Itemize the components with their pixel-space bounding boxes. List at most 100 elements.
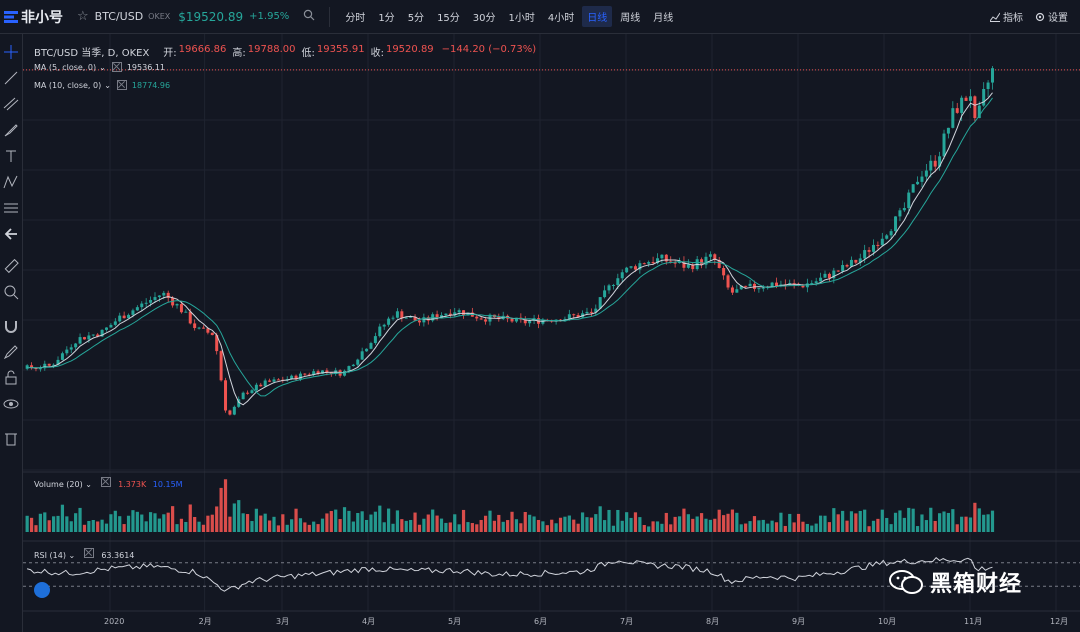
volume-bar xyxy=(312,521,316,532)
volume-bar xyxy=(845,520,849,532)
x-tick-label: 9月 xyxy=(792,617,805,626)
volume-bar xyxy=(642,525,646,532)
volume-bar xyxy=(625,512,629,532)
volume-bar xyxy=(607,509,611,532)
candle-body xyxy=(651,262,655,264)
volume-bar xyxy=(87,520,91,532)
ma10-line xyxy=(27,97,993,397)
volume-bar xyxy=(109,514,113,532)
candle-body xyxy=(920,176,924,182)
candle-body xyxy=(898,210,902,217)
candle-body xyxy=(118,315,122,322)
candle-body xyxy=(69,347,73,350)
volume-bar xyxy=(325,513,329,532)
volume-bar xyxy=(96,521,100,532)
high-value: 19788.00 xyxy=(247,44,296,55)
volume-bar xyxy=(863,509,867,532)
volume-bar xyxy=(827,522,832,532)
volume-bar xyxy=(938,513,942,532)
candle-body xyxy=(224,380,228,411)
price-chart[interactable]: 2020 2月 3月 4月 5月 6月 7月 8月 9月 10月 11月 12月 xyxy=(0,0,1080,632)
x-tick-label: 4月 xyxy=(362,617,375,626)
volume-bar xyxy=(38,513,42,532)
candle-body xyxy=(633,266,637,270)
volume-legend[interactable]: Volume (20) ⌄ 1.373K 10.15M xyxy=(34,477,183,489)
candle-body xyxy=(951,108,955,128)
volume-bar xyxy=(550,519,554,532)
volume-bar xyxy=(669,524,673,532)
volume-bar xyxy=(179,518,184,532)
candle-body xyxy=(823,273,827,278)
candle-body xyxy=(968,96,972,101)
candle-body xyxy=(708,254,712,257)
close-icon[interactable] xyxy=(116,80,127,90)
volume-bar xyxy=(818,515,823,532)
candle-body xyxy=(730,287,734,293)
volume-bar xyxy=(501,521,505,532)
volume-bar xyxy=(810,525,814,532)
volume-bar xyxy=(876,518,880,532)
volume-bar xyxy=(448,522,452,532)
candle-body xyxy=(916,181,920,185)
close-icon[interactable] xyxy=(83,548,94,558)
volume-bar xyxy=(285,524,289,532)
volume-bar xyxy=(730,509,735,532)
ma5-legend[interactable]: MA (5, close, 0) ⌄ 19536.11 xyxy=(34,62,165,72)
rsi-label: RSI (14) xyxy=(34,551,66,560)
legend-title: BTC/USD 当季, D, OKEX xyxy=(34,48,150,59)
candle-body xyxy=(761,287,765,289)
candle-body xyxy=(82,337,86,340)
volume-bar xyxy=(858,510,862,532)
chart-legend: BTC/USD 当季, D, OKEX 开: 19666.86 高: 19788… xyxy=(34,44,536,59)
candle-body xyxy=(757,288,761,290)
candle-body xyxy=(201,327,205,329)
volume-bar xyxy=(704,518,708,532)
candle-body xyxy=(140,303,144,308)
candle-body xyxy=(589,311,593,313)
close-icon[interactable] xyxy=(111,62,122,72)
volume-bar xyxy=(766,523,770,532)
volume-bar xyxy=(457,524,461,532)
rsi-legend[interactable]: RSI (14) ⌄ 63.3614 xyxy=(34,548,134,560)
volume-bar xyxy=(735,512,739,532)
volume-bar xyxy=(78,507,82,532)
volume-bar xyxy=(655,521,660,532)
candle-body xyxy=(325,370,329,372)
candle-body xyxy=(744,285,748,287)
candle-body xyxy=(369,343,373,349)
candle-body xyxy=(347,366,351,371)
volume-bar xyxy=(788,513,792,532)
volume-bar xyxy=(100,519,104,532)
candle-body xyxy=(942,133,946,157)
candle-body xyxy=(907,192,911,208)
volume-bar xyxy=(387,508,391,532)
candle-body xyxy=(867,250,871,252)
candle-body xyxy=(417,320,421,323)
ma10-legend[interactable]: MA (10, close, 0) ⌄ 18774.96 xyxy=(34,80,170,90)
candle-body xyxy=(876,244,880,246)
low-value: 19355.91 xyxy=(316,44,365,55)
volume-bar xyxy=(422,518,426,532)
close-icon[interactable] xyxy=(100,477,111,487)
volume-bar xyxy=(528,514,532,532)
candle-body xyxy=(113,321,117,325)
volume-bar xyxy=(545,525,549,532)
candle-body xyxy=(87,335,91,340)
volume-value-1: 1.373K xyxy=(118,480,147,489)
volume-bar xyxy=(686,514,690,532)
candle-body xyxy=(276,379,280,381)
volume-bar xyxy=(219,487,223,532)
ma10-value: 18774.96 xyxy=(131,80,171,90)
volume-bar xyxy=(395,510,400,532)
volume-bar xyxy=(351,521,355,532)
x-tick-label: 6月 xyxy=(534,617,547,626)
volume-bar xyxy=(153,513,157,532)
candle-body xyxy=(74,343,78,348)
volume-bar xyxy=(982,514,986,532)
volume-bar xyxy=(338,519,342,532)
volume-bar xyxy=(664,512,668,532)
candle-body xyxy=(700,259,704,265)
volume-bar xyxy=(382,522,386,532)
volume-bar xyxy=(290,519,294,532)
candle-body xyxy=(351,364,355,367)
